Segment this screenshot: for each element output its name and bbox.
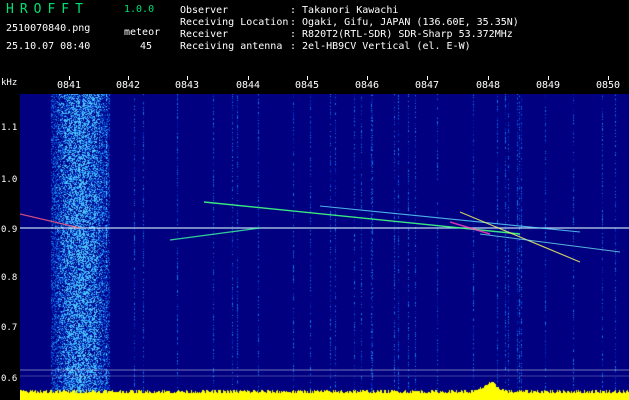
xtick-label: 0849 <box>535 80 561 91</box>
frequency-axis: kHz 1.1 1.0 0.9 0.8 0.7 0.6 <box>0 76 20 400</box>
xtick-mark <box>69 76 70 80</box>
ytick-label: 0.7 <box>1 323 18 333</box>
meteor-label: meteor <box>124 27 161 38</box>
xtick-label: 0841 <box>56 80 82 91</box>
spectrogram-overlay <box>20 201 629 377</box>
frequency-unit: kHz <box>1 78 18 88</box>
xtick-mark <box>367 76 368 80</box>
xtick-mark <box>128 76 129 80</box>
meteor-trail <box>169 227 261 241</box>
file-datetime: 25.10.07 08:40 <box>6 41 91 52</box>
info-antenna-value: : 2el-HB9CV Vertical (el. E-W) <box>290 41 471 52</box>
xtick-label: 0847 <box>414 80 440 91</box>
ytick-label: 0.8 <box>1 273 18 283</box>
xtick-mark <box>427 76 428 80</box>
xtick-label: 0845 <box>294 80 320 91</box>
time-axis: 0841 0842 0843 0844 0845 0846 0847 0848 … <box>20 76 629 94</box>
xtick-mark <box>248 76 249 80</box>
header-panel: HROFFT 1.0.0 2510070840.png 25.10.07 08:… <box>0 0 629 76</box>
ytick-label: 0.9 <box>1 225 18 235</box>
info-antenna-label: Receiving antenna <box>180 41 283 52</box>
xtick-label: 0842 <box>115 80 141 91</box>
xtick-label: 0844 <box>235 80 261 91</box>
info-location-label: Receiving Location <box>180 17 289 28</box>
app-version: 1.0.0 <box>124 4 155 15</box>
xtick-label: 0848 <box>475 80 501 91</box>
meteor-trail <box>459 211 581 263</box>
ytick-label: 0.6 <box>1 374 18 384</box>
info-location-value: : Ogaki, Gifu, JAPAN (136.60E, 35.35N) <box>290 17 519 28</box>
ytick-label: 1.0 <box>1 175 18 185</box>
xtick-label: 0843 <box>174 80 200 91</box>
xtick-label: 0850 <box>595 80 621 91</box>
xtick-mark <box>548 76 549 80</box>
spectrogram-plot <box>20 94 629 400</box>
xtick-mark <box>608 76 609 80</box>
ytick-label: 1.1 <box>1 123 18 133</box>
app-title: HROFFT <box>6 2 89 17</box>
info-receiver-value: : R820T2(RTL-SDR) SDR-Sharp 53.372MHz <box>290 29 513 40</box>
meteor-trail <box>20 213 81 229</box>
meteor-count: 45 <box>140 41 153 52</box>
file-name: 2510070840.png <box>6 23 91 34</box>
xtick-mark <box>307 76 308 80</box>
xtick-mark <box>187 76 188 80</box>
xtick-mark <box>488 76 489 80</box>
xtick-label: 0846 <box>354 80 380 91</box>
info-observer-label: Observer <box>180 5 229 16</box>
info-observer-value: : Takanori Kawachi <box>290 5 399 16</box>
info-receiver-label: Receiver <box>180 29 229 40</box>
